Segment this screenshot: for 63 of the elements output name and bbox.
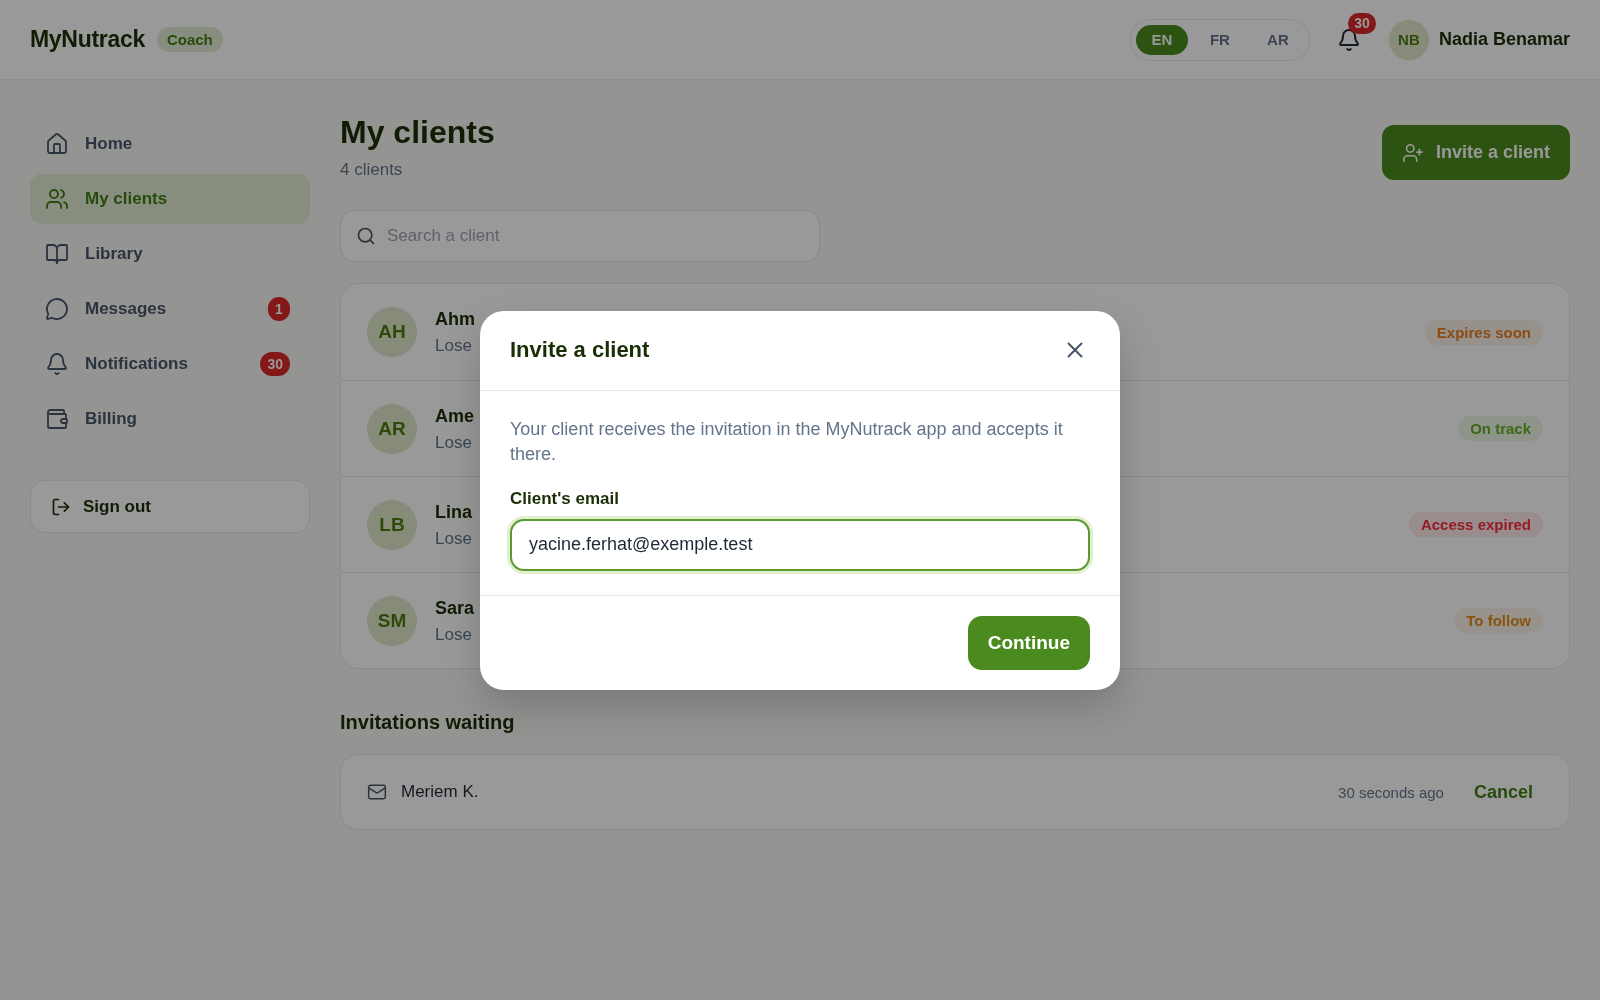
user-plus-icon: [1401, 141, 1424, 164]
dialog-title: Invite a client: [510, 337, 650, 363]
sign-out-icon: [51, 496, 71, 517]
notification-count: 30: [1347, 12, 1376, 34]
client-name: Ahm: [435, 308, 475, 330]
sidebar-item[interactable]: Library: [30, 229, 310, 279]
client-count: 4 clients: [340, 160, 404, 180]
bell-icon: [45, 352, 69, 376]
sign-out-button[interactable]: Sign out: [30, 480, 310, 533]
sidebar-item[interactable]: My clients: [30, 174, 310, 224]
invitation-time: 30 seconds ago: [1338, 783, 1444, 801]
user-avatar[interactable]: NB: [1388, 19, 1429, 60]
user-name: Nadia Benamar: [1438, 29, 1570, 50]
client-avatar: AR: [367, 403, 417, 454]
speech-bubble-icon: [45, 297, 69, 321]
search-icon: [356, 226, 376, 246]
client-goal: Lose: [435, 432, 473, 453]
logo: MyNutrack: [30, 26, 145, 53]
role-tag: Coach: [156, 27, 223, 52]
sidebar-label: My clients: [85, 189, 168, 209]
sidebar-label: Messages: [85, 299, 167, 319]
client-name: Ame: [435, 404, 474, 427]
client-avatar: LB: [367, 499, 417, 550]
client-avatar: SM: [367, 595, 417, 646]
users-icon: [45, 187, 69, 211]
page-title: My clients: [340, 113, 495, 152]
field-label: Client's email: [510, 488, 620, 509]
invitee-name: Meriem K.: [401, 782, 479, 802]
continue-button[interactable]: Continue: [967, 615, 1090, 670]
sidebar-label: Notifications: [85, 354, 188, 374]
wallet-icon: [45, 407, 69, 431]
client-avatar: AH: [367, 307, 417, 357]
sidebar-label: Library: [85, 244, 143, 264]
count-badge: 30: [260, 352, 290, 376]
client-goal: Lose: [435, 336, 473, 356]
cancel-button[interactable]: Cancel: [1463, 775, 1543, 809]
status-tag: Expires soon: [1424, 319, 1543, 345]
book-icon: [45, 242, 69, 266]
language-tab[interactable]: FR: [1193, 24, 1246, 55]
invite-client-button[interactable]: Invite a client: [1381, 125, 1570, 180]
sidebar-item[interactable]: Home: [30, 119, 310, 169]
email-input[interactable]: yacine.ferhat@exemple.test: [510, 518, 1090, 571]
status-tag: Access expired: [1408, 512, 1543, 537]
count-badge: 1: [268, 297, 290, 321]
client-name: Sara: [435, 596, 475, 619]
status-tag: On track: [1458, 416, 1543, 441]
status-tag: To follow: [1454, 608, 1543, 633]
sidebar-label: Home: [85, 134, 133, 154]
language-tab[interactable]: EN: [1135, 24, 1188, 55]
section-title: Invitations waiting: [340, 710, 516, 734]
sidebar-item[interactable]: Notifications 30: [30, 339, 310, 389]
language-tab[interactable]: AR: [1251, 24, 1304, 55]
sidebar-label: Billing: [85, 409, 137, 429]
sidebar-item[interactable]: Billing: [30, 394, 310, 444]
search-field[interactable]: Search a client: [340, 210, 820, 262]
home-icon: [45, 132, 69, 156]
client-name: Lina: [435, 500, 472, 523]
dialog-description: Your client receives the invitation in the MyNutrack app and accepts it there.: [510, 417, 1064, 466]
client-goal: Lose: [435, 624, 473, 645]
client-goal: Lose: [435, 528, 472, 549]
mail-icon: [367, 782, 387, 802]
sidebar-item[interactable]: Messages 1: [30, 284, 310, 334]
bell-icon: [1336, 27, 1361, 52]
